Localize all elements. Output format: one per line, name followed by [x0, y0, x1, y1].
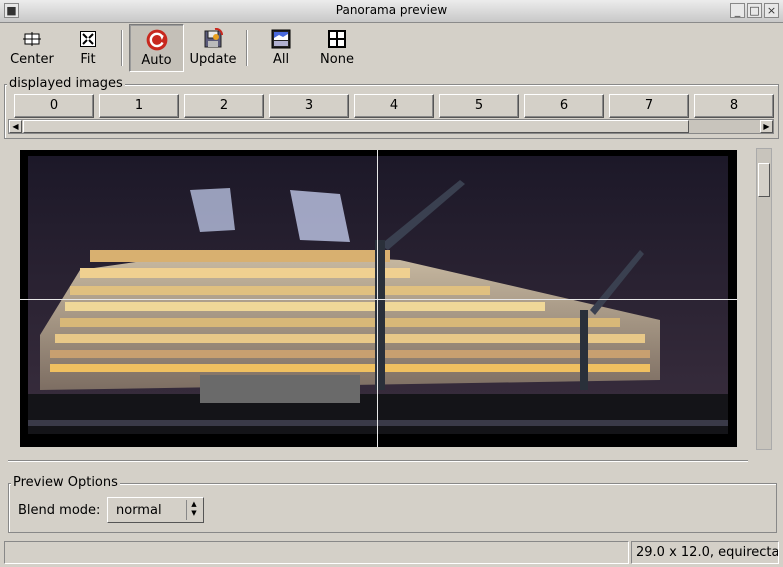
fit-icon: [80, 31, 96, 47]
preview-divider: [8, 460, 748, 462]
image-toggle-4[interactable]: 4: [354, 94, 434, 118]
panorama-preview-window: ■ Panorama preview _ □ × Center Fit Auto…: [0, 0, 783, 567]
image-toggle-2[interactable]: 2: [184, 94, 264, 118]
image-toggle-6[interactable]: 6: [524, 94, 604, 118]
all-button[interactable]: All: [256, 24, 306, 72]
center-icon: [23, 32, 41, 46]
image-toggle-0[interactable]: 0: [14, 94, 94, 118]
status-bar-right: 29.0 x 12.0, equirectar: [631, 541, 779, 564]
toolbar-separator: [121, 30, 123, 66]
auto-refresh-icon: [146, 29, 167, 51]
close-button[interactable]: ×: [764, 3, 779, 18]
all-images-icon: [271, 29, 291, 49]
image-toggle-5[interactable]: 5: [439, 94, 519, 118]
image-toggle-7[interactable]: 7: [609, 94, 689, 118]
images-scroll-thumb[interactable]: [23, 120, 689, 133]
blend-mode-label: Blend mode:: [18, 503, 101, 518]
scroll-left-icon[interactable]: ◀: [9, 120, 22, 133]
title-bar[interactable]: ■ Panorama preview _ □ ×: [0, 0, 783, 23]
image-toggle-8[interactable]: 8: [694, 94, 774, 118]
displayed-images-legend: displayed images: [7, 76, 125, 91]
window-title: Panorama preview: [335, 3, 448, 17]
crosshair-horizontal: [20, 299, 737, 300]
select-arrows-icon: ▲ ▼: [186, 500, 201, 520]
fit-label: Fit: [80, 52, 96, 67]
panorama-canvas[interactable]: [20, 150, 737, 447]
minimize-button[interactable]: _: [730, 3, 745, 18]
update-icon: [204, 28, 224, 48]
center-label: Center: [10, 52, 54, 67]
auto-button[interactable]: Auto: [129, 24, 184, 72]
image-toggle-1[interactable]: 1: [99, 94, 179, 118]
scroll-right-icon[interactable]: ▶: [760, 120, 773, 133]
none-button[interactable]: None: [312, 24, 362, 72]
center-button[interactable]: Center: [4, 24, 60, 72]
images-horizontal-scrollbar[interactable]: ◀ ▶: [8, 119, 774, 134]
fit-button[interactable]: Fit: [64, 24, 112, 72]
preview-options-legend: Preview Options: [11, 475, 120, 490]
image-toggle-3[interactable]: 3: [269, 94, 349, 118]
blend-mode-select[interactable]: normal ▲ ▼: [107, 497, 204, 523]
projection-status: 29.0 x 12.0, equirectar: [636, 545, 779, 560]
no-images-icon: [328, 30, 346, 48]
preview-vertical-scrollbar[interactable]: [756, 148, 772, 450]
toolbar: Center Fit Auto Update All None: [0, 22, 783, 74]
none-label: None: [320, 52, 354, 67]
toolbar-separator: [246, 30, 248, 66]
maximize-button[interactable]: □: [747, 3, 762, 18]
auto-label: Auto: [141, 53, 172, 68]
update-button[interactable]: Update: [186, 24, 240, 72]
update-label: Update: [189, 52, 237, 67]
preview-scroll-thumb[interactable]: [758, 163, 770, 197]
status-bar-left: [4, 541, 629, 564]
blend-mode-value: normal: [116, 503, 162, 518]
all-label: All: [272, 52, 290, 67]
preview-area[interactable]: [4, 140, 751, 456]
